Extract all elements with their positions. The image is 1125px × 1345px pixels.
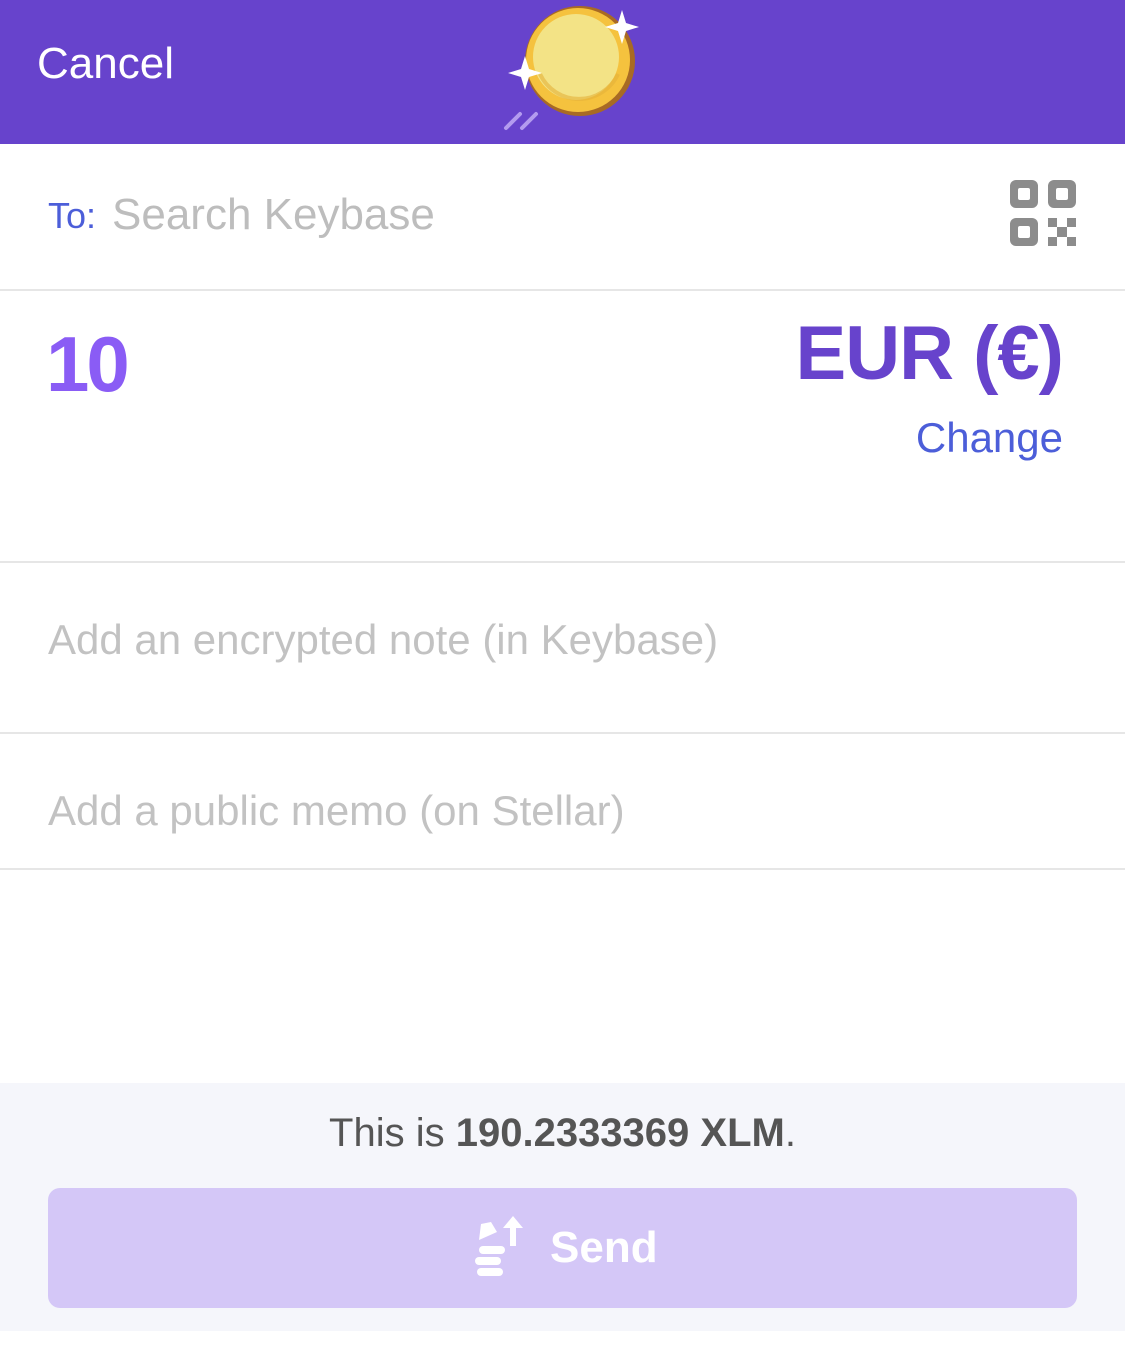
public-memo-row xyxy=(0,734,1125,870)
footer-panel: This is 190.2333369 XLM. Send xyxy=(0,1083,1125,1331)
recipient-search-input[interactable] xyxy=(112,186,972,244)
recipient-label: To: xyxy=(48,195,97,236)
conversion-suffix: . xyxy=(784,1111,796,1155)
recipient-row: To: xyxy=(0,144,1125,291)
amount-row: 10 EUR (€) Change xyxy=(0,291,1125,563)
conversion-prefix: This is xyxy=(329,1111,456,1155)
gold-coin-icon xyxy=(504,6,639,130)
send-button[interactable]: Send xyxy=(48,1188,1077,1308)
qr-code-icon[interactable] xyxy=(1008,178,1078,248)
send-coins-icon xyxy=(475,1216,523,1276)
public-memo-input[interactable] xyxy=(48,781,1078,841)
amount-input[interactable]: 10 xyxy=(46,319,130,409)
conversion-amount: 190.2333369 XLM xyxy=(455,1111,785,1155)
send-button-label: Send xyxy=(550,1223,658,1272)
header-bar: Cancel xyxy=(0,0,1125,144)
currency-label: EUR (€) xyxy=(795,311,1064,396)
change-currency-link[interactable]: Change xyxy=(916,411,1063,465)
encrypted-note-input[interactable] xyxy=(48,610,1078,670)
conversion-text: This is 190.2333369 XLM. xyxy=(0,1107,1125,1159)
cancel-button[interactable]: Cancel xyxy=(37,36,174,92)
encrypted-note-row xyxy=(0,563,1125,734)
